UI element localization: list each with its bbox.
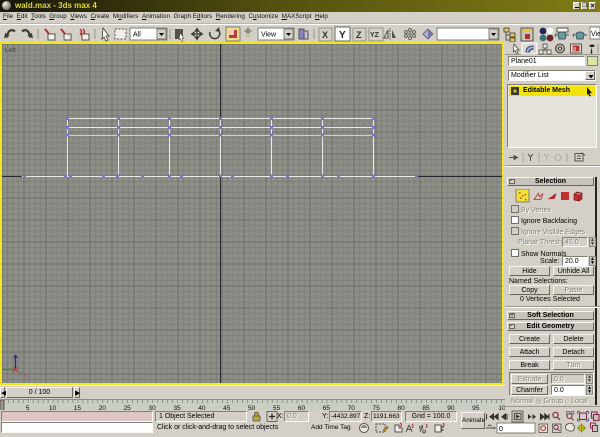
svg-text:Y: Y xyxy=(339,30,346,41)
svg-text:Left: Left xyxy=(5,47,16,54)
svg-text:View: View xyxy=(261,32,277,39)
svg-text:All: All xyxy=(133,32,141,39)
svg-text:X: X xyxy=(322,30,328,40)
svg-text:Vie: Vie xyxy=(591,31,600,38)
svg-text:0: 0 xyxy=(499,426,503,433)
svg-text:YZ: YZ xyxy=(370,32,380,39)
svg-text:8: 8 xyxy=(573,47,576,53)
svg-text:Z: Z xyxy=(356,30,362,40)
